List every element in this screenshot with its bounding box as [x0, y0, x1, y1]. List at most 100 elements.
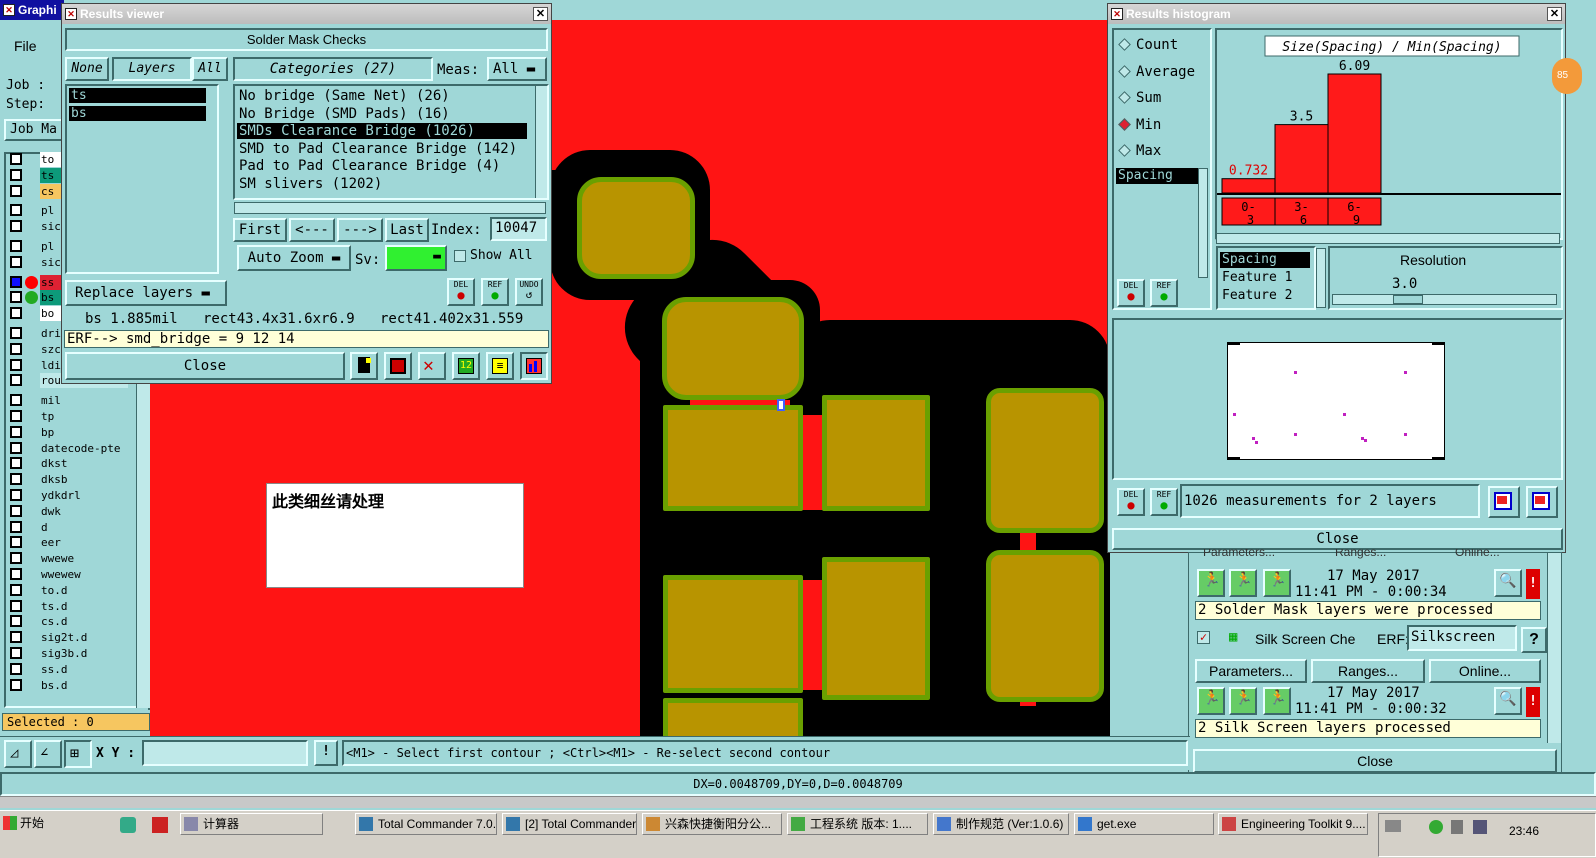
import-chart-icon[interactable] [1526, 486, 1558, 518]
attr-item[interactable]: Feature 2 [1220, 288, 1310, 304]
layer-row[interactable]: wwewe [8, 551, 121, 567]
layer-checkbox[interactable] [10, 568, 22, 580]
category-vscroll[interactable] [535, 86, 547, 198]
xy-input[interactable] [142, 740, 308, 766]
stat-option-sum[interactable]: Sum [1118, 89, 1161, 107]
index-field[interactable]: 10047 [490, 217, 547, 241]
layer-checkbox[interactable] [10, 184, 22, 197]
category-item[interactable]: SMD to Pad Clearance Bridge (142) [237, 141, 527, 157]
histogram-icon[interactable] [520, 352, 548, 380]
hist-del-button[interactable]: DEL ● [1117, 279, 1145, 307]
auto-zoom-dropdown[interactable]: Auto Zoom ▬ [237, 245, 351, 271]
layer-row[interactable]: sig2t.d [8, 630, 121, 646]
quicklaunch-icon[interactable] [152, 817, 168, 833]
hist-ref-button-2[interactable]: REF ● [1150, 488, 1178, 516]
attr-item[interactable]: Spacing [1220, 252, 1310, 268]
layer-checkbox[interactable] [10, 275, 22, 288]
histogram-titlebar[interactable]: ✕ Results histogram ✕ [1108, 4, 1565, 24]
chart-hscroll[interactable] [1216, 233, 1560, 244]
grid-snap-icon[interactable]: ⊞ [64, 740, 92, 768]
layer-row[interactable]: sig3b.d [8, 646, 121, 661]
zoom-window-icon[interactable] [350, 352, 378, 380]
layer-checkbox[interactable] [10, 441, 22, 454]
layer-checkbox[interactable] [10, 583, 22, 596]
layer-checkbox[interactable] [10, 504, 22, 517]
meas-dropdown[interactable]: All ▬ [487, 57, 547, 81]
layer-checkbox[interactable] [10, 425, 22, 438]
tray-icon[interactable] [1385, 820, 1401, 832]
tray-icon[interactable] [1451, 820, 1463, 834]
layer-checkbox[interactable] [10, 647, 22, 659]
close-icon[interactable]: ✕ [1547, 7, 1562, 21]
layer-checkbox[interactable] [10, 457, 22, 470]
results-viewer-titlebar[interactable]: ✕ Results viewer ✕ [62, 4, 551, 24]
stat-option-min[interactable]: Min [1118, 116, 1161, 134]
alert-icon[interactable]: ! [1526, 569, 1540, 599]
main-window-titlebar[interactable]: ✕ Graphi [0, 0, 64, 20]
hist-del-button-2[interactable]: DEL ● [1117, 488, 1145, 516]
notification-badge[interactable]: 85 [1552, 58, 1582, 94]
layer-row[interactable]: wwewew [8, 567, 121, 582]
slider-thumb[interactable] [1393, 295, 1423, 304]
next-button[interactable]: ---> [337, 218, 383, 242]
close-icon[interactable]: ✕ [533, 7, 548, 21]
layer-checkbox[interactable] [10, 631, 22, 644]
layer-checkbox[interactable] [10, 358, 22, 371]
category-hscroll[interactable] [234, 202, 546, 214]
undo-button[interactable]: UNDO ↺ [515, 278, 543, 306]
taskbar-item[interactable]: [2] Total Commander ... [502, 813, 637, 835]
show-all-checkbox[interactable] [454, 250, 466, 262]
taskbar-item[interactable]: get.exe [1074, 813, 1214, 835]
clear-icon[interactable]: ✕ [418, 352, 446, 380]
pad[interactable] [822, 557, 930, 700]
taskbar-item[interactable]: Engineering Toolkit 9.... [1218, 813, 1368, 835]
layer-item[interactable]: ts [69, 88, 206, 103]
category-item[interactable]: No Bridge (SMD Pads) (16) [237, 106, 527, 122]
report-icon[interactable]: 12 [452, 352, 480, 380]
layer-row[interactable]: d [8, 519, 121, 535]
pad[interactable] [662, 297, 804, 400]
first-button[interactable]: First [233, 218, 287, 242]
replace-layers-button[interactable]: Replace layers ▬ [65, 280, 227, 306]
hist-ref-button[interactable]: REF ● [1150, 279, 1178, 307]
layer-select-list[interactable]: ts bs [65, 84, 219, 274]
category-item[interactable]: Pad to Pad Clearance Bridge (4) [237, 158, 527, 174]
layer-row[interactable]: to.d [8, 582, 121, 598]
layer-checkbox[interactable] [10, 489, 22, 501]
layer-checkbox[interactable] [10, 153, 22, 165]
pad[interactable] [822, 395, 930, 511]
run-all-icon[interactable]: 🏃 [1229, 569, 1257, 597]
stop-run-icon[interactable]: 🏃 [1263, 569, 1291, 597]
category-item[interactable]: SM slivers (1202) [237, 176, 527, 192]
taskbar-item[interactable]: 制作规范 (Ver:1.0.6) [933, 813, 1069, 835]
tray-icon[interactable] [1473, 820, 1487, 834]
checklist-close-button[interactable]: Close [1193, 749, 1557, 773]
stat-option-count[interactable]: Count [1118, 36, 1178, 54]
layer-row[interactable]: tp [8, 409, 121, 424]
layer-row[interactable]: datecode-pte [8, 440, 121, 456]
attr-list[interactable]: Spacing Feature 1 Feature 2 [1216, 246, 1316, 310]
layer-row[interactable]: dksb [8, 472, 121, 488]
taskbar-item[interactable]: Total Commander 7.0... [355, 813, 497, 835]
layer-item[interactable]: bs [69, 106, 206, 121]
layer-checkbox[interactable] [10, 520, 22, 533]
layer-checkbox[interactable] [10, 342, 22, 355]
layer-checkbox[interactable] [10, 291, 22, 304]
del-button[interactable]: DEL ● [447, 278, 475, 306]
help-button[interactable]: ? [1521, 627, 1547, 653]
highlight-icon[interactable] [384, 352, 412, 380]
layer-checkbox[interactable] [10, 307, 22, 320]
category-item[interactable]: No bridge (Same Net) (26) [237, 88, 527, 104]
layer-checkbox[interactable] [10, 168, 22, 181]
run-icon[interactable]: 🏃 [1197, 569, 1225, 597]
layer-row[interactable]: dkst [8, 456, 121, 472]
layer-checkbox[interactable] [10, 255, 22, 268]
parameters-button[interactable]: Parameters... [1195, 659, 1307, 683]
layer-row[interactable]: dwk [8, 503, 121, 519]
stat-option-max[interactable]: Max [1118, 142, 1161, 160]
ref-button[interactable]: REF ● [481, 278, 509, 306]
results-search-icon-2[interactable]: 🔍 [1494, 687, 1522, 715]
all-button[interactable]: All [192, 57, 228, 81]
pad[interactable] [986, 388, 1104, 533]
job-manager-button[interactable]: Job Ma [4, 119, 64, 141]
